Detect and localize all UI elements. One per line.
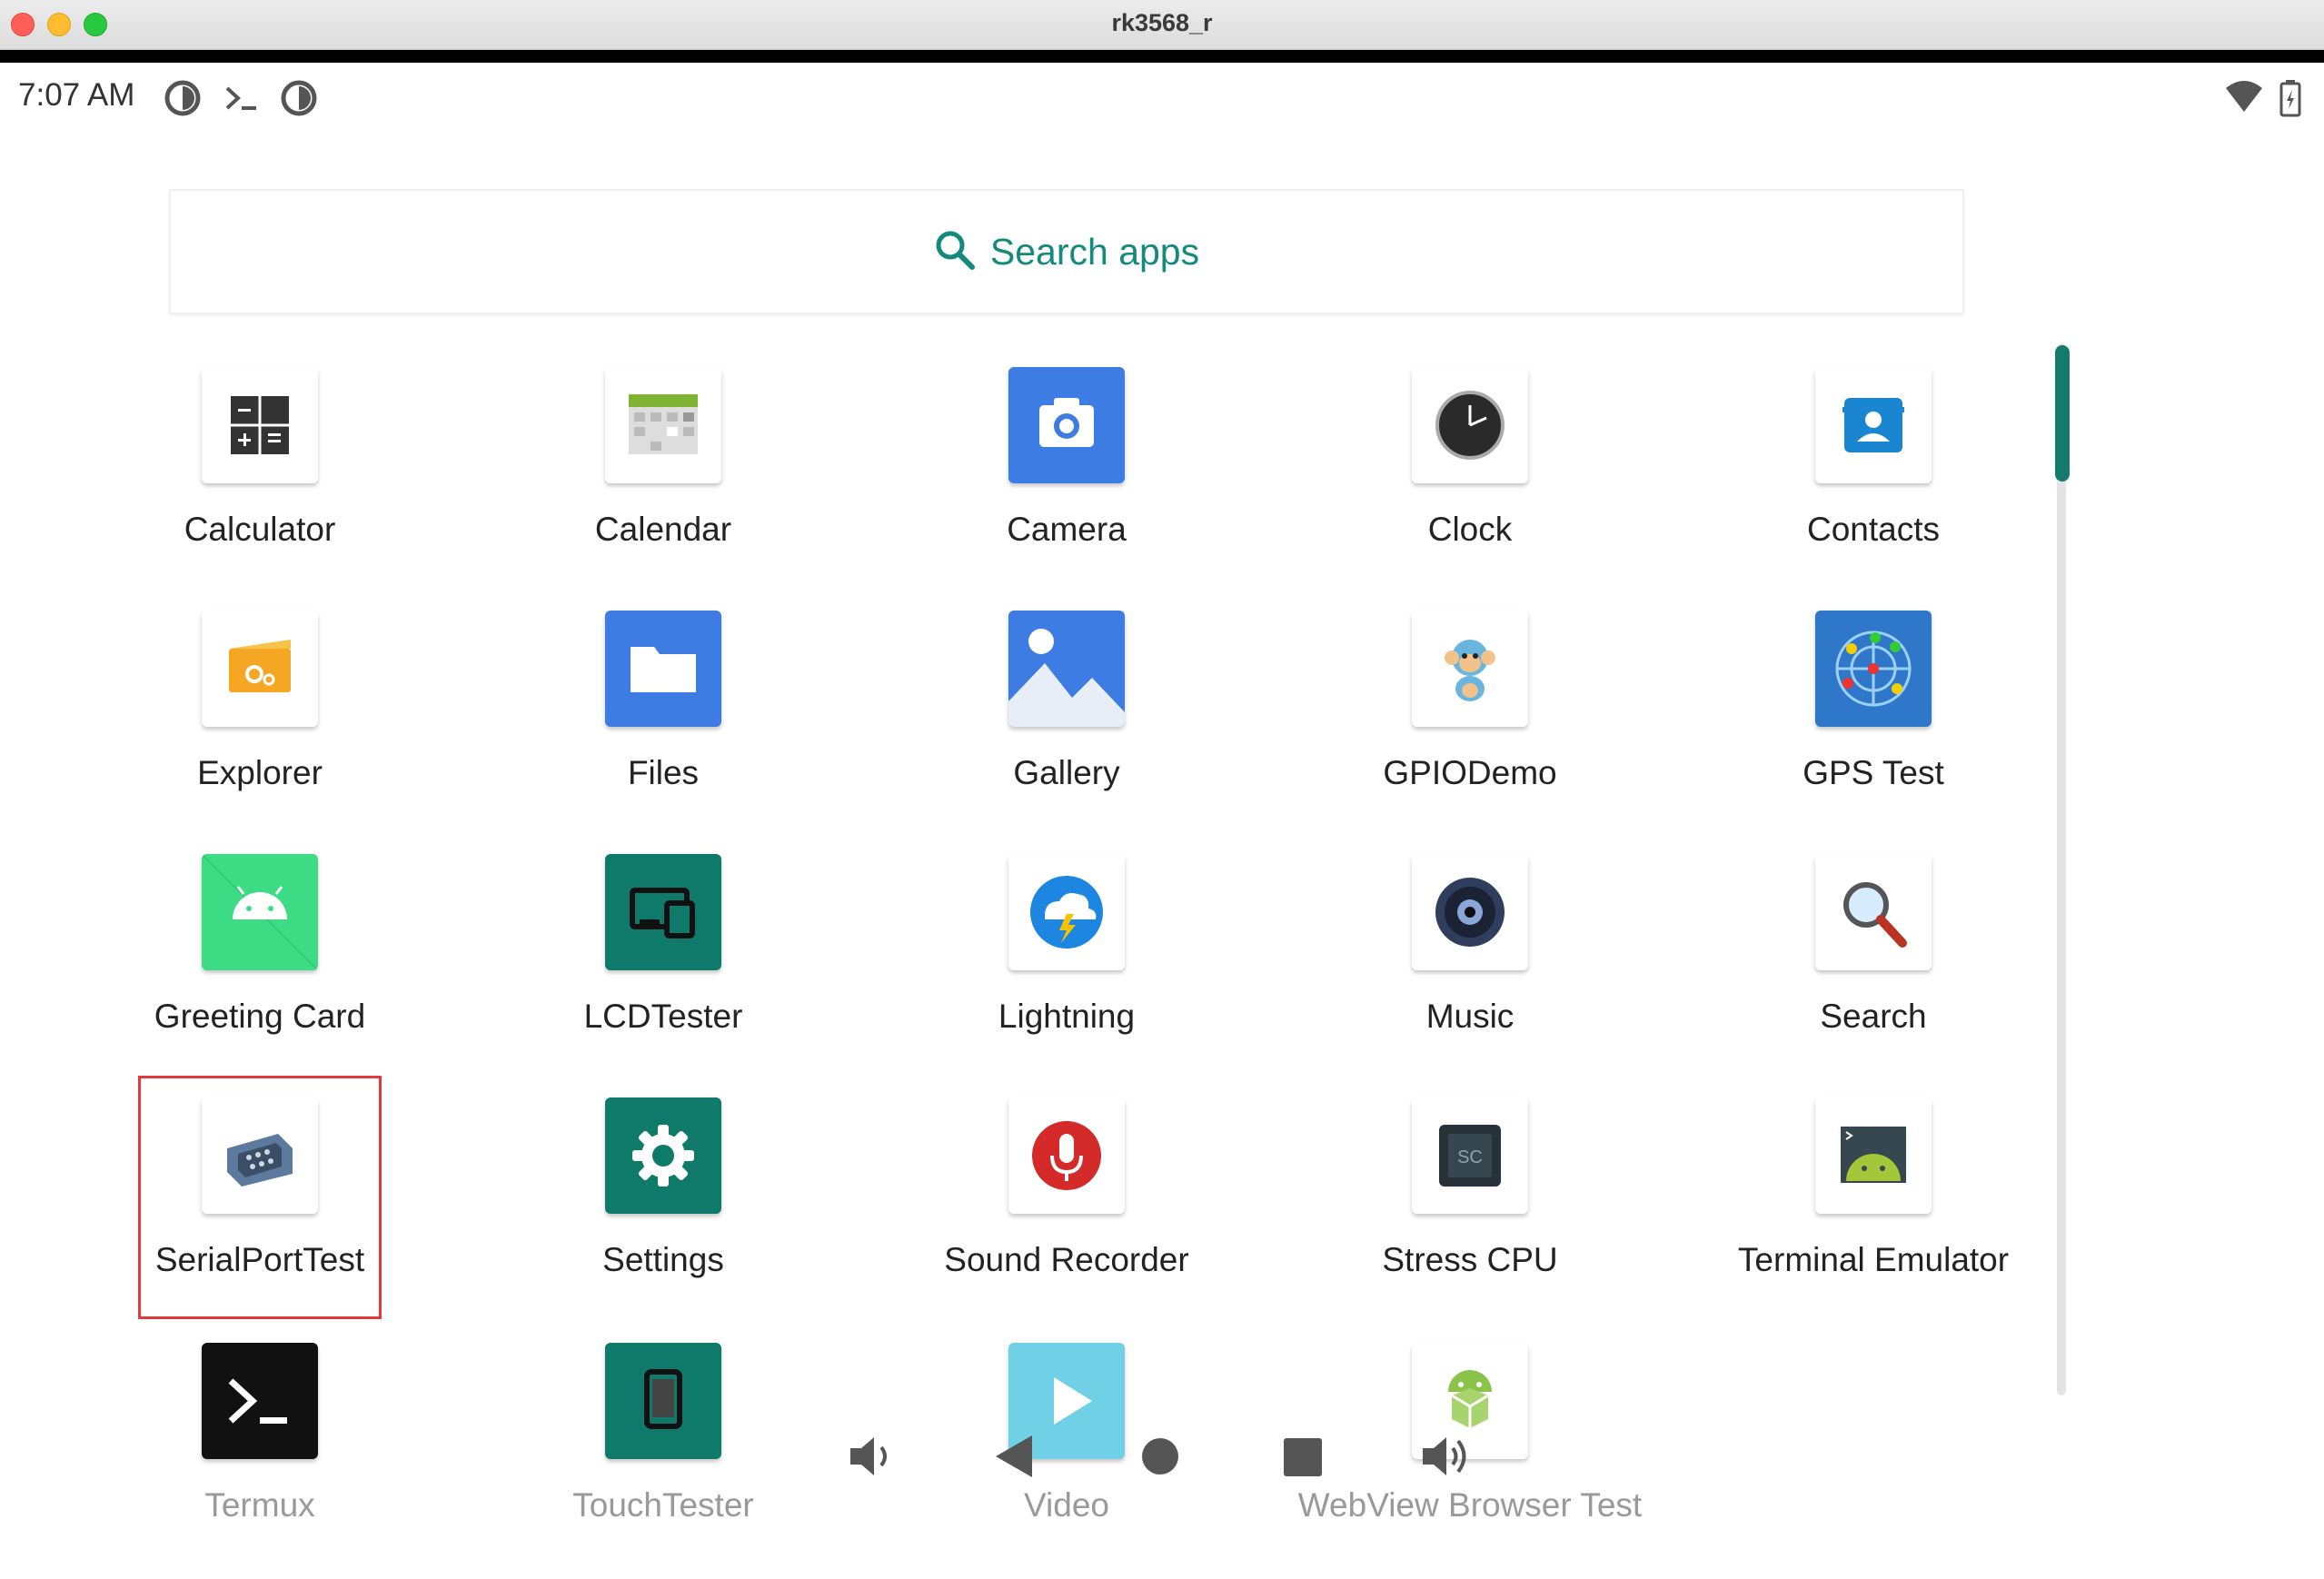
contacts-icon — [1815, 367, 1932, 483]
gallery-icon — [1008, 611, 1125, 727]
app-music[interactable]: Music — [1279, 854, 1661, 1090]
app-search[interactable]: Search — [1683, 854, 2064, 1090]
app-gpiodemo[interactable]: GPIODemo — [1279, 611, 1661, 847]
status-bar: 7:07 AM — [0, 63, 2324, 130]
app-label: Clock — [1427, 511, 1513, 548]
app-label: Contacts — [1806, 511, 1940, 548]
app-label: Explorer — [197, 754, 323, 791]
app-label: Sound Recorder — [944, 1241, 1189, 1278]
android-icon — [202, 854, 318, 970]
search-apps-bar[interactable]: Search apps — [169, 189, 1964, 314]
app-label: GPS Test — [1803, 754, 1944, 791]
terminal-emulator-icon — [1815, 1097, 1932, 1214]
volume-up-button[interactable] — [1419, 1432, 1475, 1485]
app-label: Termux — [204, 1486, 315, 1524]
microphone-icon — [1008, 1097, 1125, 1214]
app-gps-test[interactable]: GPS Test — [1683, 611, 2064, 847]
window-top-border — [0, 50, 2324, 63]
calendar-icon — [605, 367, 721, 483]
search-apps-label: Search apps — [989, 230, 1200, 273]
app-label: Files — [627, 754, 700, 791]
home-button[interactable] — [1141, 1437, 1179, 1480]
lightning-icon — [1008, 854, 1125, 970]
magnifier-icon — [1815, 854, 1932, 970]
app-label: Lightning — [998, 998, 1136, 1035]
selected-app-highlight — [138, 1076, 382, 1319]
app-sound-recorder[interactable]: Sound Recorder — [876, 1097, 1257, 1334]
app-clock[interactable]: Clock — [1279, 367, 1661, 603]
app-label: Search — [1820, 998, 1927, 1035]
app-label: LCDTester — [583, 998, 743, 1035]
app-label: WebView Browser Test — [1297, 1486, 1643, 1524]
app-label: Music — [1425, 998, 1515, 1035]
app-label: GPIODemo — [1383, 754, 1557, 791]
window-title: rk3568_r — [1111, 9, 1213, 36]
explorer-icon — [202, 611, 318, 727]
gear-icon — [605, 1097, 721, 1214]
calculator-icon — [202, 367, 318, 483]
recents-button[interactable] — [1283, 1437, 1323, 1482]
battery-icon — [2279, 79, 2302, 122]
app-gallery[interactable]: Gallery — [876, 611, 1257, 847]
app-greeting-card[interactable]: Greeting Card — [69, 854, 451, 1090]
app-label: Terminal Emulator — [1737, 1241, 2010, 1278]
app-termux[interactable]: Termux — [69, 1343, 451, 1579]
app-video[interactable]: Video — [876, 1343, 1257, 1579]
app-touchtester[interactable]: TouchTester — [472, 1343, 854, 1579]
clock-icon — [1412, 367, 1528, 483]
app-lcdtester[interactable]: LCDTester — [472, 854, 854, 1090]
window-title-bar: rk3568_r — [0, 0, 2324, 50]
terminal-notification-icon — [222, 79, 262, 122]
app-label: Settings — [602, 1241, 724, 1278]
lcdtester-icon — [605, 854, 721, 970]
app-label: Gallery — [1013, 754, 1120, 791]
app-explorer[interactable]: Explorer — [69, 611, 451, 847]
app-contacts[interactable]: Contacts — [1683, 367, 2064, 603]
app-label: Calculator — [184, 511, 336, 548]
notification-app-icon-2 — [280, 79, 318, 122]
app-label: Stress CPU — [1382, 1241, 1558, 1278]
wifi-icon — [2224, 79, 2264, 120]
app-label: Greeting Card — [154, 998, 366, 1035]
notification-app-icon — [164, 79, 202, 122]
app-calculator[interactable]: Calculator — [69, 367, 451, 603]
gpiodemo-monkey-icon — [1412, 611, 1528, 727]
app-label: Calendar — [594, 511, 732, 548]
app-calendar[interactable]: Calendar — [472, 367, 854, 603]
volume-down-button[interactable] — [847, 1432, 896, 1485]
svg-text:SC: SC — [1457, 1147, 1483, 1167]
touchtester-icon — [605, 1343, 721, 1459]
back-button[interactable] — [992, 1434, 1036, 1484]
app-label: Camera — [1007, 511, 1127, 548]
camera-icon — [1008, 367, 1125, 483]
music-speaker-icon — [1412, 854, 1528, 970]
gps-test-icon — [1815, 611, 1932, 727]
search-icon — [934, 229, 976, 275]
app-terminal-emulator[interactable]: Terminal Emulator — [1683, 1097, 2064, 1334]
termux-icon — [202, 1343, 318, 1459]
files-icon — [605, 611, 721, 727]
app-files[interactable]: Files — [472, 611, 854, 847]
status-time: 7:07 AM — [18, 77, 135, 113]
app-stress-cpu[interactable]: SC Stress CPU — [1279, 1097, 1661, 1334]
app-label: TouchTester — [572, 1486, 754, 1524]
app-label: Video — [1024, 1486, 1109, 1524]
app-settings[interactable]: Settings — [472, 1097, 854, 1334]
stress-cpu-icon: SC — [1412, 1097, 1528, 1214]
app-camera[interactable]: Camera — [876, 367, 1257, 603]
app-lightning[interactable]: Lightning — [876, 854, 1257, 1090]
